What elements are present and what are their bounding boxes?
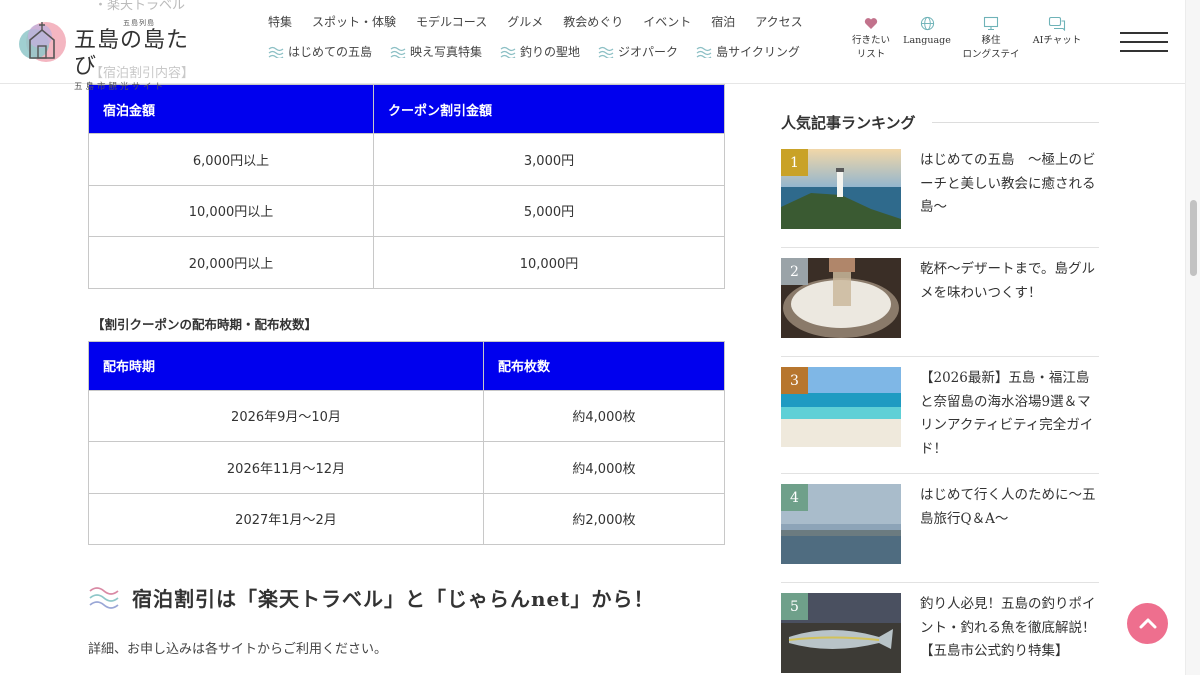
table-cell: 約4,000枚 bbox=[483, 389, 725, 442]
section-heading-text: 宿泊割引は「楽天トラベル」と「じゃらんnet」から！ bbox=[132, 587, 655, 611]
logo-small-text: 五島列島 bbox=[123, 19, 155, 27]
nav-item-access[interactable]: アクセス bbox=[755, 13, 802, 30]
globe-icon bbox=[920, 16, 934, 30]
ranking-title: 人気記事ランキング bbox=[781, 112, 1099, 133]
scrollbar-thumb[interactable] bbox=[1190, 200, 1197, 276]
table-cell: 5,000円 bbox=[373, 184, 725, 237]
sub-nav-label: 島サイクリング bbox=[716, 45, 800, 59]
main-content: 宿泊金額 クーポン割引金額 6,000円以上 3,000円 10,000円以上 … bbox=[88, 84, 725, 657]
rank-badge: 2 bbox=[781, 258, 808, 285]
ranking-item[interactable]: 3 【2026最新】五島・福江島と奈留島の海水浴場9選＆マリンアクティビティ完全… bbox=[781, 367, 1099, 474]
rank-badge: 3 bbox=[781, 367, 808, 394]
sub-nav-label: 釣りの聖地 bbox=[520, 45, 581, 59]
sub-nav-fishing[interactable]: 釣りの聖地 bbox=[500, 43, 580, 60]
logo-sub-text: 五島市観光サイト bbox=[74, 82, 167, 92]
table-cell: 2026年9月〜10月 bbox=[88, 389, 484, 442]
page-scrollbar[interactable] bbox=[1185, 0, 1200, 675]
ranking-item-title: はじめての五島 ～極上のビーチと美しい教会に癒される島～ bbox=[920, 152, 1096, 215]
heart-icon bbox=[864, 17, 878, 29]
wave-icon bbox=[268, 46, 284, 58]
wave-icon bbox=[89, 586, 119, 609]
table-cell: 約2,000枚 bbox=[483, 492, 725, 545]
ranking-item[interactable]: 2 乾杯～デザートまで。島グルメを味わいつくす！ bbox=[781, 258, 1099, 357]
table-cell: 2026年11月〜12月 bbox=[88, 441, 484, 494]
ranking-item-title: はじめて行く人のために～五島旅行Q＆A～ bbox=[920, 487, 1096, 527]
sub-nav-first-time[interactable]: はじめての五島 bbox=[268, 43, 372, 60]
discount-table: 宿泊金額 クーポン割引金額 6,000円以上 3,000円 10,000円以上 … bbox=[88, 84, 725, 289]
rank-badge: 4 bbox=[781, 484, 808, 511]
ranking-sidebar: 人気記事ランキング 1 はじめての五島 ～極上のビーチと美しい教会に癒される島～ bbox=[781, 112, 1099, 675]
sub-nav-label: 映え写真特集 bbox=[410, 45, 483, 59]
table-header: 配布時期 bbox=[88, 340, 484, 391]
ranking-item-title: 乾杯～デザートまで。島グルメを味わいつくす！ bbox=[920, 261, 1095, 301]
ranking-item-title: 釣り人必見！五島の釣りポイント・釣れる魚を徹底解説！【五島市公式釣り特集】 bbox=[920, 596, 1096, 659]
table-cell: 20,000円以上 bbox=[88, 236, 374, 289]
rank-badge: 1 bbox=[781, 149, 808, 176]
nav-item-model-course[interactable]: モデルコース bbox=[416, 13, 487, 30]
wishlist-button[interactable]: 行きたい リスト bbox=[848, 14, 894, 62]
ghost-text-bottom: 【宿泊割引内容】 bbox=[90, 66, 195, 81]
section-heading: 宿泊割引は「楽天トラベル」と「じゃらんnet」から！ bbox=[88, 583, 725, 612]
church-logo-icon bbox=[19, 22, 66, 62]
table-header: 配布枚数 bbox=[483, 340, 725, 391]
chat-icon bbox=[1048, 16, 1066, 31]
nav-item-events[interactable]: イベント bbox=[643, 13, 691, 30]
sub-nav-cycling[interactable]: 島サイクリング bbox=[696, 43, 800, 60]
main-nav: 特集 スポット・体験 モデルコース グルメ 教会めぐり イベント 宿泊 アクセス bbox=[268, 13, 823, 30]
wave-icon bbox=[390, 46, 406, 58]
longstay-button[interactable]: 移住 ロングステイ bbox=[958, 14, 1024, 62]
wave-icon bbox=[500, 46, 516, 58]
language-button[interactable]: Language bbox=[899, 14, 955, 48]
wave-icon bbox=[598, 46, 614, 58]
table-cell: 10,000円以上 bbox=[88, 184, 374, 237]
table-row: 2026年11月〜12月 約4,000枚 bbox=[88, 441, 725, 494]
nav-item-gourmet[interactable]: グルメ bbox=[507, 13, 543, 30]
monitor-icon bbox=[983, 16, 999, 30]
nav-item-spots[interactable]: スポット・体験 bbox=[312, 13, 396, 30]
ranking-title-text: 人気記事ランキング bbox=[781, 114, 916, 132]
longstay-label-1: 移住 bbox=[981, 35, 1001, 46]
table-cell: 2027年1月〜2月 bbox=[88, 492, 484, 545]
table-row: 2027年1月〜2月 約2,000枚 bbox=[88, 492, 725, 545]
ranking-item[interactable]: 4 はじめて行く人のために～五島旅行Q＆A～ bbox=[781, 484, 1099, 583]
sub-nav-photo[interactable]: 映え写真特集 bbox=[390, 43, 482, 60]
table-cell: 6,000円以上 bbox=[88, 133, 374, 186]
table-header: クーポン割引金額 bbox=[373, 84, 725, 134]
table-cell: 3,000円 bbox=[373, 133, 725, 186]
hamburger-menu-icon[interactable] bbox=[1120, 32, 1168, 54]
ai-chat-button[interactable]: AIチャット bbox=[1028, 14, 1086, 48]
ranking-item-title: 【2026最新】五島・福江島と奈留島の海水浴場9選＆マリンアクティビティ完全ガイ… bbox=[920, 370, 1094, 457]
table-row: 10,000円以上 5,000円 bbox=[88, 184, 725, 237]
table-row: 20,000円以上 10,000円 bbox=[88, 236, 725, 289]
table-cell: 約4,000枚 bbox=[483, 441, 725, 494]
divider bbox=[931, 122, 1099, 123]
section-paragraph: 詳細、お申し込みは各サイトからご利用ください。 bbox=[88, 642, 388, 657]
nav-item-churches[interactable]: 教会めぐり bbox=[563, 13, 623, 30]
wave-icon bbox=[696, 46, 712, 58]
sub-nav-label: ジオパーク bbox=[618, 45, 679, 59]
coupon-schedule-table: 配布時期 配布枚数 2026年9月〜10月 約4,000枚 2026年11月〜1… bbox=[88, 340, 725, 546]
coupon-schedule-label: 【割引クーポンの配布時期・配布枚数】 bbox=[92, 316, 318, 332]
table-row: 2026年9月〜10月 約4,000枚 bbox=[88, 389, 725, 442]
sub-nav-label: はじめての五島 bbox=[288, 45, 373, 59]
site-header: ・楽天トラベル 五島列島 五島の島たび 五島市観光サイト 【宿泊割引内容】 特集… bbox=[0, 0, 1185, 92]
back-to-top-button[interactable] bbox=[1127, 603, 1168, 644]
table-row: 6,000円以上 3,000円 bbox=[88, 133, 725, 186]
wishlist-label-2: リスト bbox=[856, 49, 886, 60]
ai-chat-label: AIチャット bbox=[1032, 35, 1082, 46]
ghost-text-top: ・楽天トラベル bbox=[94, 0, 186, 13]
ranking-item[interactable]: 5 釣り人必見！五島の釣りポイント・釣れる魚を徹底解説！【五島市公式釣り特集】 bbox=[781, 593, 1099, 675]
rank-badge: 5 bbox=[781, 593, 808, 620]
sub-nav: はじめての五島 映え写真特集 釣りの聖地 ジオパーク 島サイクリング bbox=[268, 43, 818, 60]
ranking-item[interactable]: 1 はじめての五島 ～極上のビーチと美しい教会に癒される島～ bbox=[781, 149, 1099, 248]
longstay-label-2: ロングステイ bbox=[962, 49, 1020, 60]
chevron-up-icon bbox=[1139, 618, 1156, 628]
site-logo[interactable]: 五島列島 五島の島たび 五島市観光サイト bbox=[14, 18, 199, 92]
table-cell: 10,000円 bbox=[373, 236, 725, 289]
nav-item-stay[interactable]: 宿泊 bbox=[711, 13, 735, 30]
language-label: Language bbox=[903, 35, 951, 46]
wishlist-label-1: 行きたい bbox=[851, 35, 890, 46]
nav-item-feature[interactable]: 特集 bbox=[268, 13, 292, 30]
sub-nav-geopark[interactable]: ジオパーク bbox=[598, 43, 678, 60]
